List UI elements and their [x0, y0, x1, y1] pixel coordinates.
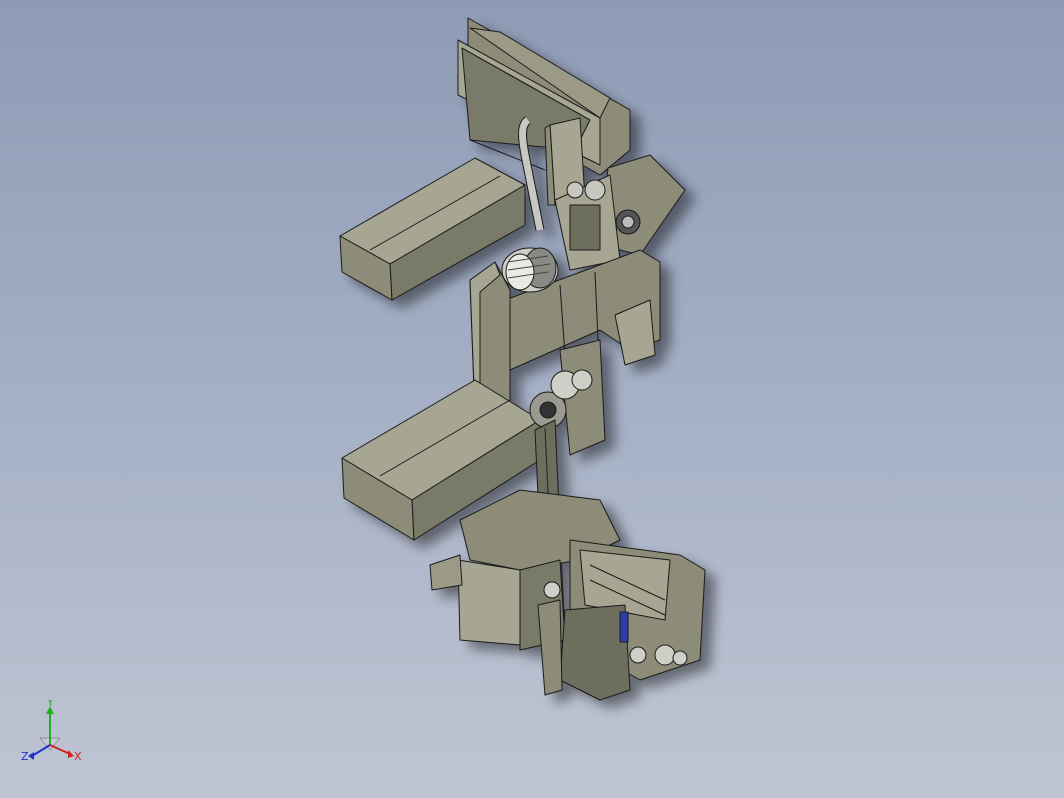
machine-assembly-model[interactable]: [0, 0, 1064, 798]
main-motor: [501, 247, 559, 293]
z-axis-arrow: [28, 752, 34, 760]
x-axis-line: [49, 744, 71, 755]
y-axis-label: Y: [46, 700, 54, 709]
z-axis-line: [31, 744, 51, 757]
lower-assembly: [429, 489, 706, 701]
cad-viewport[interactable]: Y X Z: [0, 0, 1064, 798]
coordinate-triad: Y X Z: [21, 700, 82, 763]
z-axis-label: Z: [21, 750, 29, 763]
top-hopper-frame: [457, 17, 631, 176]
x-axis-label: X: [74, 750, 82, 763]
